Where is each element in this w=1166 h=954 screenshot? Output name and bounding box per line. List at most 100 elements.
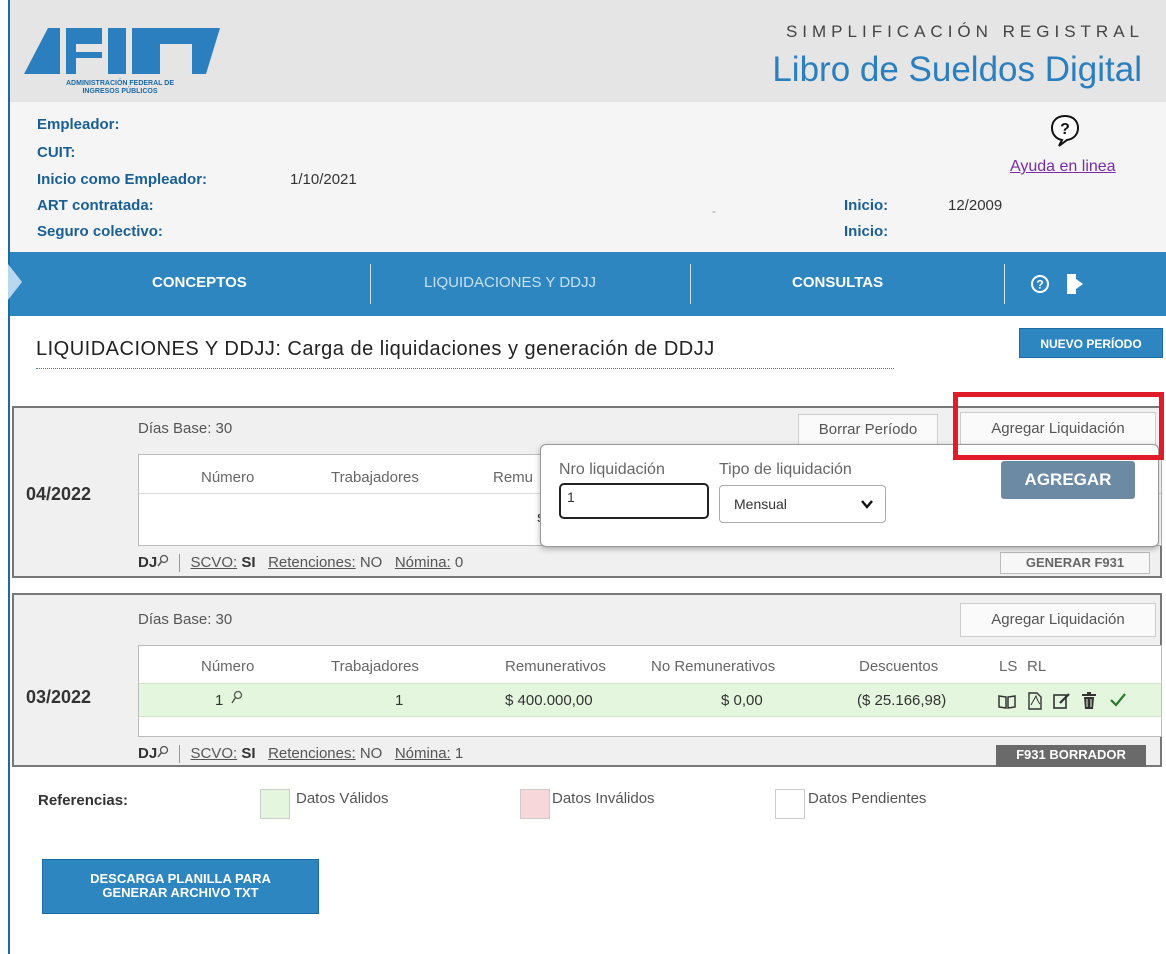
magnifier-icon[interactable] [157,554,169,568]
col-no-remunerativos: No Remunerativos [651,658,776,675]
inicio-empleador-label: Inicio como Empleador: [37,171,208,188]
dj-label: DJ [138,554,158,571]
nomina-link[interactable]: Nómina: [395,554,451,571]
empleador-label: Empleador: [37,116,120,133]
nomina-link[interactable]: Nómina: [395,745,451,762]
col-numero: Número [201,469,255,486]
period-footer: DJ SCVO: SI Retenciones: NO Nómina: 1 [138,745,464,764]
f931-borrador-button[interactable]: F931 BORRADOR [996,745,1146,767]
cuit-label: CUIT: [37,144,76,161]
app-title: Libro de Sueldos Digital [772,50,1142,89]
references-label: Referencias: [38,792,129,809]
question-circle-icon[interactable]: ? [1030,274,1050,294]
retenciones-value: NO [359,554,383,571]
inicio-empleador-value: 1/10/2021 [290,171,357,188]
nav-consultas[interactable]: CONSULTAS [792,274,883,291]
download-line-2: GENERAR ARCHIVO TXT [102,885,259,900]
swatch-valid [260,789,290,819]
ref-valid-text: Datos Válidos [296,790,389,807]
svg-text:?: ? [1060,121,1070,138]
nav-divider [690,264,691,304]
seguro-label: Seguro colectivo: [37,223,163,240]
logo-subtitle: ADMINISTRACIÓN FEDERAL DE INGRESOS PÚBLI… [66,80,174,95]
pdf-file-icon[interactable] [1027,692,1043,710]
dias-base: Días Base: 30 [138,611,233,628]
magnifier-icon[interactable] [231,690,243,706]
period-panel-03-2022: Días Base: 30 Agregar Liquidación 03/202… [12,593,1162,767]
afip-logo: ADMINISTRACIÓN FEDERAL DE INGRESOS PÚBLI… [20,22,240,98]
tipo-liquidacion-label: Tipo de liquidación [719,461,852,478]
agregar-button[interactable]: AGREGAR [1001,461,1135,499]
dias-base: Días Base: 30 [138,420,233,437]
nav-arrow-icon [8,264,22,300]
col-rl: RL [1027,658,1047,675]
dj-label: DJ [138,745,158,762]
retenciones-link[interactable]: Retenciones: [268,554,356,571]
art-inicio-label: Inicio: [844,197,889,214]
period-label: 04/2022 [26,484,92,504]
new-period-button[interactable]: NUEVO PERÍODO [1019,328,1163,358]
employer-info: Empleador: CUIT: Inicio como Empleador: … [10,102,1166,252]
col-remunerativos: Remunerativos [505,658,606,675]
col-trabajadores: Trabajadores [331,469,419,486]
separator: - [712,204,716,218]
nro-liquidacion-input[interactable]: 1 [559,483,709,519]
main-nav: CONCEPTOS LIQUIDACIONES Y DDJJ CONSULTAS… [8,252,1166,316]
cell-no-remunerativos: $ 0,00 [721,692,763,709]
period-label: 03/2022 [26,687,92,707]
ref-invalid-text: Datos Inválidos [552,790,655,807]
magnifier-icon[interactable] [157,745,169,759]
cell-numero: 1 [215,692,224,709]
swatch-invalid [520,789,550,819]
seguro-inicio-label: Inicio: [844,223,889,240]
app-header: ADMINISTRACIÓN FEDERAL DE INGRESOS PÚBLI… [10,0,1166,102]
help-online-link[interactable]: Ayuda en linea [1010,158,1116,176]
tipo-selected-value: Mensual [734,496,787,512]
scvo-link[interactable]: SCVO: [191,554,238,571]
swatch-pending [775,789,805,819]
liquidaciones-grid: Número Trabajadores Remunerativos No Rem… [138,645,1162,737]
generar-f931-button[interactable]: GENERAR F931 [1000,552,1150,574]
nomina-value: 0 [454,554,464,571]
nomina-value: 1 [454,745,464,762]
book-icon[interactable] [997,694,1017,710]
svg-text:?: ? [1036,278,1043,292]
borrar-periodo-button[interactable]: Borrar Período [798,414,938,446]
nav-conceptos[interactable]: CONCEPTOS [152,274,247,291]
scvo-value: SI [241,554,256,571]
tipo-liquidacion-select[interactable]: Mensual [719,485,886,523]
nav-liquidaciones[interactable]: LIQUIDACIONES Y DDJJ [424,274,596,291]
download-line-1: DESCARGA PLANILLA PARA [90,871,271,886]
trash-icon[interactable] [1081,692,1097,710]
col-numero: Número [201,658,255,675]
title-underline [36,368,894,369]
period-footer: DJ SCVO: SI Retenciones: NO Nómina: 0 [138,554,464,573]
chevron-down-icon [861,500,873,509]
nav-divider [1004,264,1005,304]
scvo-link[interactable]: SCVO: [191,745,238,762]
exit-door-icon[interactable] [1066,272,1084,296]
help-bubble-icon[interactable]: ? [1050,114,1080,148]
retenciones-link[interactable]: Retenciones: [268,745,356,762]
page-title: LIQUIDACIONES Y DDJJ: Carga de liquidaci… [36,338,715,360]
cell-descuentos: ($ 25.166,98) [857,692,947,709]
program-title: SIMPLIFICACIÓN REGISTRAL [785,22,1144,41]
check-icon [1110,693,1126,707]
cell-remunerativos: $ 400.000,00 [505,692,593,709]
edit-icon[interactable] [1053,692,1071,710]
agregar-liquidacion-button[interactable]: Agregar Liquidación [960,603,1156,637]
download-template-button[interactable]: DESCARGA PLANILLA PARA GENERAR ARCHIVO T… [42,859,319,914]
retenciones-value: NO [359,745,383,762]
col-descuentos: Descuentos [859,658,939,675]
highlight-box [953,392,1164,460]
cell-trabajadores: 1 [395,692,404,709]
scvo-value: SI [241,745,256,762]
nro-liquidacion-label: Nro liquidación [559,461,665,478]
art-inicio-value: 12/2009 [948,197,1003,214]
col-remunerativos: Remu [493,469,534,486]
art-label: ART contratada: [37,197,154,214]
col-trabajadores: Trabajadores [331,658,419,675]
col-ls: LS [999,658,1018,675]
table-row: 1 1 $ 400.000,00 $ 0,00 ($ 25.166,98) [139,683,1161,717]
nav-divider [370,264,371,304]
